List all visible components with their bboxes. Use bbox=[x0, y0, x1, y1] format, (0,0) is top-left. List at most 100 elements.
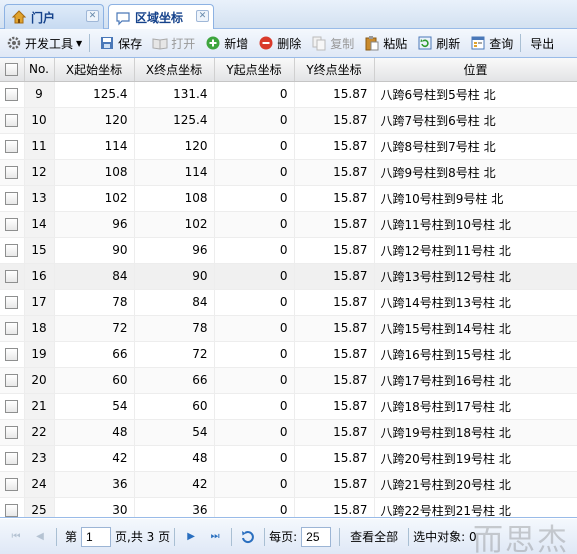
query-button[interactable]: 查询 bbox=[466, 32, 517, 54]
row-checkbox[interactable] bbox=[5, 270, 19, 283]
cell-position[interactable]: 八跨7号柱到6号柱 北 bbox=[374, 107, 577, 134]
column-header-x-start[interactable]: X起始坐标 bbox=[54, 58, 135, 82]
refresh-button[interactable]: 刷新 bbox=[413, 32, 464, 54]
table-row[interactable]: 21 54 60 0 15.87 八跨18号柱到17号柱 北 bbox=[0, 393, 577, 420]
row-checkbox[interactable] bbox=[5, 166, 19, 179]
row-checkbox-cell[interactable] bbox=[0, 133, 25, 160]
table-row[interactable]: 24 36 42 0 15.87 八跨21号柱到20号柱 北 bbox=[0, 471, 577, 498]
cell-x-end[interactable]: 36 bbox=[134, 497, 215, 517]
export-button[interactable]: 导出 bbox=[526, 32, 558, 54]
row-checkbox[interactable] bbox=[5, 348, 19, 361]
cell-x-end[interactable]: 42 bbox=[134, 471, 215, 498]
cell-y-end[interactable]: 15.87 bbox=[294, 367, 375, 394]
refresh-icon[interactable] bbox=[240, 529, 256, 545]
table-row[interactable]: 22 48 54 0 15.87 八跨19号柱到18号柱 北 bbox=[0, 419, 577, 446]
prev-page-icon[interactable]: ◀ bbox=[32, 529, 48, 545]
row-checkbox-cell[interactable] bbox=[0, 419, 25, 446]
cell-x-start[interactable]: 30 bbox=[54, 497, 135, 517]
cell-x-start[interactable]: 125.4 bbox=[54, 81, 135, 108]
table-row[interactable]: 17 78 84 0 15.87 八跨14号柱到13号柱 北 bbox=[0, 289, 577, 316]
cell-y-start[interactable]: 0 bbox=[214, 159, 295, 186]
tab-area-coordinates[interactable]: 区域坐标 ✕ bbox=[108, 4, 214, 30]
cell-x-start[interactable]: 72 bbox=[54, 315, 135, 342]
cell-x-start[interactable]: 42 bbox=[54, 445, 135, 472]
cell-x-start[interactable]: 108 bbox=[54, 159, 135, 186]
view-all-link[interactable]: 查看全部 bbox=[350, 528, 398, 545]
close-icon[interactable]: ✕ bbox=[86, 10, 99, 22]
cell-y-end[interactable]: 15.87 bbox=[294, 471, 375, 498]
cell-position[interactable]: 八跨14号柱到13号柱 北 bbox=[374, 289, 577, 316]
cell-position[interactable]: 八跨8号柱到7号柱 北 bbox=[374, 133, 577, 160]
row-checkbox-cell[interactable] bbox=[0, 393, 25, 420]
row-checkbox[interactable] bbox=[5, 504, 19, 517]
row-checkbox[interactable] bbox=[5, 140, 19, 153]
row-checkbox-cell[interactable] bbox=[0, 211, 25, 238]
table-row[interactable]: 14 96 102 0 15.87 八跨11号柱到10号柱 北 bbox=[0, 211, 577, 238]
row-checkbox[interactable] bbox=[5, 374, 19, 387]
row-checkbox[interactable] bbox=[5, 452, 19, 465]
row-checkbox-cell[interactable] bbox=[0, 263, 25, 290]
cell-x-start[interactable]: 54 bbox=[54, 393, 135, 420]
cell-y-end[interactable]: 15.87 bbox=[294, 159, 375, 186]
column-header-position[interactable]: 位置 bbox=[374, 58, 577, 82]
last-page-icon[interactable]: ⏭ bbox=[207, 529, 223, 545]
cell-x-end[interactable]: 96 bbox=[134, 237, 215, 264]
cell-x-end[interactable]: 90 bbox=[134, 263, 215, 290]
cell-x-start[interactable]: 90 bbox=[54, 237, 135, 264]
per-page-input[interactable] bbox=[301, 526, 332, 547]
cell-position[interactable]: 八跨11号柱到10号柱 北 bbox=[374, 211, 577, 238]
row-checkbox-cell[interactable] bbox=[0, 289, 25, 316]
row-checkbox-cell[interactable] bbox=[0, 367, 25, 394]
cell-y-start[interactable]: 0 bbox=[214, 367, 295, 394]
cell-position[interactable]: 八跨17号柱到16号柱 北 bbox=[374, 367, 577, 394]
row-checkbox-cell[interactable] bbox=[0, 341, 25, 368]
cell-y-start[interactable]: 0 bbox=[214, 445, 295, 472]
row-checkbox[interactable] bbox=[5, 296, 19, 309]
cell-y-start[interactable]: 0 bbox=[214, 315, 295, 342]
cell-x-end[interactable]: 60 bbox=[134, 393, 215, 420]
cell-y-start[interactable]: 0 bbox=[214, 237, 295, 264]
first-page-icon[interactable]: ⏮ bbox=[8, 529, 24, 545]
column-header-no[interactable]: No. bbox=[24, 58, 55, 82]
current-page-input[interactable] bbox=[81, 526, 112, 547]
cell-position[interactable]: 八跨20号柱到19号柱 北 bbox=[374, 445, 577, 472]
row-checkbox-cell[interactable] bbox=[0, 445, 25, 472]
row-checkbox[interactable] bbox=[5, 322, 19, 335]
cell-y-end[interactable]: 15.87 bbox=[294, 107, 375, 134]
row-checkbox-cell[interactable] bbox=[0, 107, 25, 134]
cell-y-start[interactable]: 0 bbox=[214, 393, 295, 420]
table-row[interactable]: 23 42 48 0 15.87 八跨20号柱到19号柱 北 bbox=[0, 445, 577, 472]
table-row[interactable]: 16 84 90 0 15.87 八跨13号柱到12号柱 北 bbox=[0, 263, 577, 290]
table-row[interactable]: 20 60 66 0 15.87 八跨17号柱到16号柱 北 bbox=[0, 367, 577, 394]
paste-button[interactable]: 粘贴 bbox=[360, 32, 411, 54]
cell-position[interactable]: 八跨15号柱到14号柱 北 bbox=[374, 315, 577, 342]
close-icon[interactable]: ✕ bbox=[196, 10, 209, 22]
table-row[interactable]: 9 125.4 131.4 0 15.87 八跨6号柱到5号柱 北 bbox=[0, 81, 577, 108]
cell-x-end[interactable]: 102 bbox=[134, 211, 215, 238]
tab-portal[interactable]: 门户 ✕ bbox=[4, 4, 104, 29]
cell-x-end[interactable]: 108 bbox=[134, 185, 215, 212]
cell-y-start[interactable]: 0 bbox=[214, 185, 295, 212]
cell-x-end[interactable]: 72 bbox=[134, 341, 215, 368]
cell-x-start[interactable]: 114 bbox=[54, 133, 135, 160]
cell-position[interactable]: 八跨18号柱到17号柱 北 bbox=[374, 393, 577, 420]
row-checkbox[interactable] bbox=[5, 426, 19, 439]
cell-y-start[interactable]: 0 bbox=[214, 107, 295, 134]
cell-y-end[interactable]: 15.87 bbox=[294, 211, 375, 238]
cell-position[interactable]: 八跨6号柱到5号柱 北 bbox=[374, 81, 577, 108]
dev-tools-button[interactable]: 开发工具 ▼ bbox=[2, 32, 86, 54]
cell-y-end[interactable]: 15.87 bbox=[294, 133, 375, 160]
cell-x-end[interactable]: 54 bbox=[134, 419, 215, 446]
cell-y-start[interactable]: 0 bbox=[214, 341, 295, 368]
row-checkbox[interactable] bbox=[5, 192, 19, 205]
cell-y-end[interactable]: 15.87 bbox=[294, 419, 375, 446]
row-checkbox-cell[interactable] bbox=[0, 185, 25, 212]
cell-y-end[interactable]: 15.87 bbox=[294, 341, 375, 368]
row-checkbox[interactable] bbox=[5, 88, 19, 101]
cell-x-end[interactable]: 66 bbox=[134, 367, 215, 394]
cell-x-end[interactable]: 120 bbox=[134, 133, 215, 160]
table-row[interactable]: 13 102 108 0 15.87 八跨10号柱到9号柱 北 bbox=[0, 185, 577, 212]
cell-x-start[interactable]: 84 bbox=[54, 263, 135, 290]
row-checkbox[interactable] bbox=[5, 218, 19, 231]
select-all-checkbox-cell[interactable] bbox=[0, 58, 25, 82]
